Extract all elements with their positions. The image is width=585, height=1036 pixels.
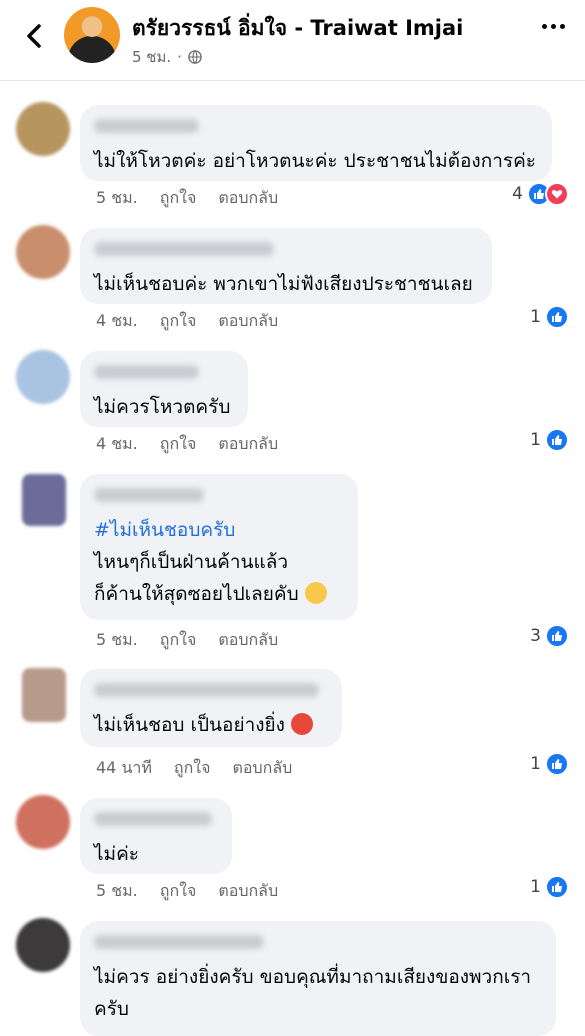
comment-bubble: #ไม่เห็นชอบครับ ไหนๆก็เป็นฝ่านค้านแล้ว ก… <box>80 474 358 620</box>
comment-time: 44 นาที <box>96 758 152 777</box>
back-button[interactable] <box>18 20 50 52</box>
comment-text: ไม่ค่ะ <box>94 843 139 865</box>
reply-action[interactable]: ตอบกลับ <box>218 879 278 904</box>
comment-bubble: ไม่ควร อย่างยิ่งครับ ขอบคุณที่มาถามเสียง… <box>80 921 556 1036</box>
angry-face-emoji <box>290 712 313 735</box>
more-dot <box>560 24 565 29</box>
love-reaction-icon <box>545 182 569 206</box>
comment-actions: 4 ชม. ถูกใจ ตอบกลับ <box>96 309 278 334</box>
like-reaction-icon <box>545 875 569 899</box>
comment-time: 5 ชม. <box>96 881 138 900</box>
like-action[interactable]: ถูกใจ <box>160 628 197 653</box>
comment-actions: 5 ชม. ถูกใจ ตอบกลับ <box>96 186 278 211</box>
comment-time: 4 ชม. <box>96 434 138 453</box>
comment-text: ไม่ควรโหวตครับ <box>94 396 231 418</box>
comment-bubble: ไม่ให้โหวตค่ะ อย่าโหวตนะค่ะ ประชาชนไม่ต้… <box>80 105 552 181</box>
like-action[interactable]: ถูกใจ <box>174 756 211 781</box>
commenter-avatar[interactable] <box>16 350 70 404</box>
more-dots-icon <box>542 24 547 29</box>
commenter-avatar[interactable] <box>22 474 66 526</box>
reply-action[interactable]: ตอบกลับ <box>218 309 278 334</box>
commenter-avatar[interactable] <box>16 918 70 972</box>
page-name[interactable]: ตรัยวรรธน์ อิ่มใจ - Traiwat Imjai <box>132 12 463 45</box>
comment-bubble: ไม่ค่ะ <box>80 798 232 874</box>
like-action[interactable]: ถูกใจ <box>160 432 197 457</box>
hashtag-link[interactable]: #ไม่เห็นชอบครับ <box>94 514 344 546</box>
meta-separator: · <box>177 48 182 66</box>
comment-text-line: ไม่เห็นชอบ เป็นอย่างยิ่ง <box>94 709 328 741</box>
reply-action[interactable]: ตอบกลับ <box>218 628 278 653</box>
comment-bubble: ไม่เห็นชอบ เป็นอย่างยิ่ง <box>80 669 342 747</box>
winking-face-emoji <box>304 581 327 604</box>
commenter-name-blurred[interactable] <box>94 935 264 949</box>
reply-action[interactable]: ตอบกลับ <box>232 756 292 781</box>
commenter-name-blurred[interactable] <box>94 365 199 379</box>
reaction-summary[interactable]: 1 <box>530 875 569 899</box>
back-arrow-icon <box>27 24 41 48</box>
comment-text: ก็ค้านให้สุดซอยไปเลยคับ <box>94 583 299 605</box>
comment-text: ไม่เห็นชอบค่ะ พวกเขาไม่ฟังเสียงประชาชนเล… <box>94 273 473 295</box>
like-action[interactable]: ถูกใจ <box>160 879 197 904</box>
comment-actions: 44 นาที ถูกใจ ตอบกลับ <box>96 756 292 781</box>
comment-time: 4 ชม. <box>96 311 138 330</box>
commenter-avatar[interactable] <box>16 225 70 279</box>
commenter-avatar[interactable] <box>16 102 70 156</box>
comment-text: ไม่ให้โหวตค่ะ อย่าโหวตนะค่ะ ประชาชนไม่ต้… <box>94 150 536 172</box>
reply-action[interactable]: ตอบกลับ <box>218 186 278 211</box>
comment-time: 5 ชม. <box>96 630 138 649</box>
like-reaction-icon <box>545 624 569 648</box>
comment-actions: 5 ชม. ถูกใจ ตอบกลับ <box>96 879 278 904</box>
page-avatar[interactable] <box>64 7 120 63</box>
more-button[interactable] <box>542 24 565 29</box>
reaction-count: 1 <box>530 754 541 774</box>
commenter-avatar[interactable] <box>16 795 70 849</box>
comment-actions: 4 ชม. ถูกใจ ตอบกลับ <box>96 432 278 457</box>
globe-icon <box>188 50 202 64</box>
comment-bubble: ไม่เห็นชอบค่ะ พวกเขาไม่ฟังเสียงประชาชนเล… <box>80 228 492 304</box>
reaction-summary[interactable]: 1 <box>530 752 569 776</box>
reaction-count: 1 <box>530 877 541 897</box>
reaction-summary[interactable]: 1 <box>530 428 569 452</box>
reaction-count: 3 <box>530 626 541 646</box>
comment-text-line: ก็ค้านให้สุดซอยไปเลยคับ <box>94 578 344 610</box>
reaction-count: 1 <box>530 430 541 450</box>
reaction-summary[interactable]: 4 <box>512 182 569 206</box>
post-meta: 5 ชม. · <box>132 45 202 69</box>
comment-text-line: ครับ <box>94 998 129 1020</box>
more-dot <box>551 24 556 29</box>
commenter-name-blurred[interactable] <box>94 683 319 697</box>
like-action[interactable]: ถูกใจ <box>160 186 197 211</box>
commenter-name-blurred[interactable] <box>94 488 204 502</box>
commenter-avatar[interactable] <box>22 668 66 722</box>
commenter-name-blurred[interactable] <box>94 812 212 826</box>
reaction-summary[interactable]: 1 <box>530 305 569 329</box>
commenter-name-blurred[interactable] <box>94 242 274 256</box>
like-reaction-icon <box>545 428 569 452</box>
comment-bubble: ไม่ควรโหวตครับ <box>80 351 248 427</box>
reply-action[interactable]: ตอบกลับ <box>218 432 278 457</box>
like-action[interactable]: ถูกใจ <box>160 309 197 334</box>
reaction-count: 1 <box>530 307 541 327</box>
comment-actions: 5 ชม. ถูกใจ ตอบกลับ <box>96 628 278 653</box>
post-header: ตรัยวรรธน์ อิ่มใจ - Traiwat Imjai 5 ชม. … <box>0 0 585 81</box>
reaction-summary[interactable]: 3 <box>530 624 569 648</box>
comment-time: 5 ชม. <box>96 188 138 207</box>
comment-text: ไม่เห็นชอบ เป็นอย่างยิ่ง <box>94 714 285 736</box>
commenter-name-blurred[interactable] <box>94 119 199 133</box>
comment-text-line: ไหนๆก็เป็นฝ่านค้านแล้ว <box>94 551 289 573</box>
comment-text-line: ไม่ควร อย่างยิ่งครับ ขอบคุณที่มาถามเสียง… <box>94 966 532 988</box>
reaction-count: 4 <box>512 184 523 204</box>
post-time: 5 ชม. <box>132 48 172 66</box>
like-reaction-icon <box>545 305 569 329</box>
like-reaction-icon <box>545 752 569 776</box>
